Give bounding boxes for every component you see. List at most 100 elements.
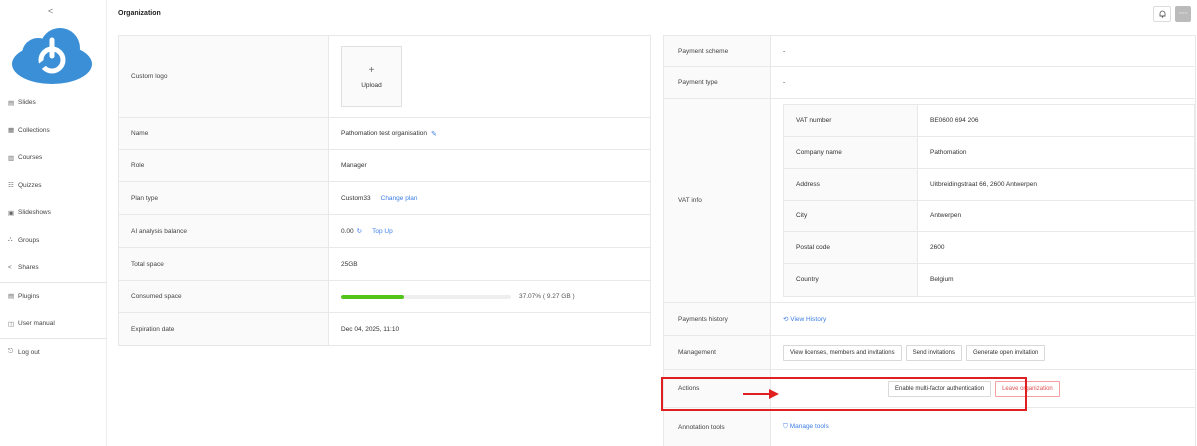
chevron-left-icon[interactable]: < bbox=[48, 6, 53, 16]
sidebar-item-label: Quizzes bbox=[18, 181, 42, 189]
manage-tools-label: Manage tools bbox=[789, 423, 829, 430]
name-label: Name bbox=[119, 118, 329, 149]
sidebar-item-collections[interactable]: ▦ Collections bbox=[0, 117, 106, 145]
address-value: Uitbreidingstraat 66, 2600 Antwerpen bbox=[930, 180, 1037, 188]
sidebar-item-log-out[interactable]: ⎋ Log out bbox=[0, 339, 106, 367]
management-label: Management bbox=[664, 336, 771, 369]
sidebar-item-user-manual[interactable]: ◫ User manual bbox=[0, 310, 106, 338]
table-row: VAT number BE0600 694 206 bbox=[784, 105, 1194, 137]
slideshows-icon: ▣ bbox=[8, 209, 15, 217]
sidebar-item-label: Log out bbox=[18, 348, 40, 356]
table-row: Payment scheme - bbox=[664, 36, 1195, 67]
view-history-link[interactable]: ⟲ View History bbox=[783, 315, 826, 323]
payment-type-label: Payment type bbox=[664, 67, 771, 98]
share-icon: < bbox=[8, 264, 12, 272]
table-row: Annotation tools ⛉ Manage tools bbox=[664, 408, 1195, 446]
avatar[interactable]: ~~~ bbox=[1175, 6, 1191, 22]
page-title: Organization bbox=[118, 10, 161, 17]
sidebar-item-groups[interactable]: ⛬ Groups bbox=[0, 227, 106, 255]
view-licenses-button[interactable]: View licenses, members and invitations bbox=[783, 344, 902, 361]
table-row: Total space 25GB bbox=[119, 248, 650, 281]
sidebar-item-label: User manual bbox=[18, 320, 55, 328]
table-row: Custom logo + Upload bbox=[119, 36, 650, 118]
progress-track bbox=[341, 294, 511, 299]
payment-type-value: - bbox=[783, 79, 786, 86]
collections-icon: ▦ bbox=[8, 127, 15, 135]
sidebar-nav: ▤ Slides ▦ Collections ▥ Courses ☷ Quizzes ▣… bbox=[0, 89, 106, 366]
payment-scheme-label: Payment scheme bbox=[664, 36, 771, 66]
groups-icon: ⛬ bbox=[8, 236, 13, 244]
custom-logo-value: + Upload bbox=[329, 36, 650, 117]
payments-history-value: ⟲ View History bbox=[771, 303, 1195, 335]
table-row: Postal code 2600 bbox=[784, 232, 1194, 265]
table-row: Expiration date Dec 04, 2025, 11:10 bbox=[119, 313, 650, 345]
plugins-icon: ▤ bbox=[8, 293, 15, 301]
manual-icon: ◫ bbox=[8, 320, 15, 328]
change-plan-link[interactable]: Change plan bbox=[381, 195, 418, 202]
role-value: Manager bbox=[341, 162, 367, 169]
postal-code-label: Postal code bbox=[784, 232, 918, 264]
vat-info-table: VAT number BE0600 694 206 Company name Pat… bbox=[783, 104, 1195, 297]
custom-logo-label: Custom logo bbox=[119, 36, 329, 117]
highlight-box bbox=[661, 377, 1027, 411]
table-row: Name Pathomation test organisation ✎ bbox=[119, 118, 650, 150]
sidebar-item-label: Collections bbox=[18, 126, 50, 134]
sidebar-item-quizzes[interactable]: ☷ Quizzes bbox=[0, 172, 106, 200]
postal-code-value: 2600 bbox=[930, 244, 945, 252]
table-row: AI analysis balance 0.00 ↻ Top Up bbox=[119, 215, 650, 248]
ai-balance-label: AI analysis balance bbox=[119, 215, 329, 247]
ai-balance: 0.00 bbox=[341, 227, 354, 235]
organization-details-table: Custom logo + Upload Name Pathomation te… bbox=[118, 35, 651, 346]
top-up-link[interactable]: Top Up bbox=[372, 228, 393, 235]
company-name-value: Pathomation bbox=[930, 148, 967, 156]
consumed-space-text: 37.07% ( 9.27 GB ) bbox=[519, 293, 575, 300]
table-row: Plan type Custom33 Change plan bbox=[119, 182, 650, 215]
table-row: Payments history ⟲ View History bbox=[664, 303, 1195, 336]
upload-label: Upload bbox=[361, 81, 382, 89]
annotation-tools-label: Annotation tools bbox=[664, 408, 771, 446]
manage-tools-link[interactable]: ⛉ Manage tools bbox=[783, 423, 829, 431]
bell-icon[interactable] bbox=[1153, 6, 1171, 22]
table-row: VAT info VAT number BE0600 694 206 Compan… bbox=[664, 99, 1195, 303]
total-space-value: 25GB bbox=[341, 260, 358, 268]
consumed-space-progress: 37.07% ( 9.27 GB ) bbox=[341, 293, 575, 300]
edit-icon[interactable]: ✎ bbox=[431, 130, 437, 138]
sidebar-item-label: Plugins bbox=[18, 292, 40, 300]
table-row: Country Belgium bbox=[784, 264, 1194, 296]
upload-logo-button[interactable]: + Upload bbox=[341, 46, 402, 107]
refresh-icon[interactable]: ↻ bbox=[357, 227, 362, 235]
consumed-space-value: 37.07% ( 9.27 GB ) bbox=[329, 281, 650, 312]
progress-fill bbox=[341, 294, 405, 299]
payments-history-label: Payments history bbox=[664, 303, 771, 335]
expiration-date-value: Dec 04, 2025, 11:10 bbox=[341, 325, 400, 333]
sidebar-item-slides[interactable]: ▤ Slides bbox=[0, 89, 106, 117]
plan-type: Custom33 bbox=[341, 194, 371, 202]
sidebar-item-courses[interactable]: ▥ Courses bbox=[0, 144, 106, 172]
sidebar-item-plugins[interactable]: ▤ Plugins bbox=[0, 283, 106, 311]
name-value: Pathomation test organisation ✎ bbox=[329, 118, 650, 149]
country-value: Belgium bbox=[930, 276, 954, 284]
organization-name: Pathomation test organisation bbox=[341, 130, 427, 137]
send-invitations-button[interactable]: Send invitations bbox=[905, 344, 962, 361]
sidebar-item-shares[interactable]: < Shares bbox=[0, 254, 106, 282]
generate-invitation-button[interactable]: Generate open invitation bbox=[965, 344, 1046, 361]
table-row: Address Uitbreidingstraat 66, 2600 Antwer… bbox=[784, 168, 1194, 201]
vat-number-label: VAT number bbox=[784, 105, 918, 136]
role-label: Role bbox=[119, 150, 329, 181]
address-label: Address bbox=[784, 168, 918, 200]
sidebar-item-label: Slides bbox=[18, 99, 36, 107]
country-label: Country bbox=[784, 264, 918, 296]
ai-balance-value: 0.00 ↻ Top Up bbox=[329, 215, 650, 247]
table-row: Company name Pathomation bbox=[784, 136, 1194, 169]
city-value: Antwerpen bbox=[930, 212, 962, 220]
filter-icon: ⛉ bbox=[783, 423, 790, 430]
city-label: City bbox=[784, 200, 918, 232]
table-row: Consumed space 37.07% ( 9.27 GB ) bbox=[119, 281, 650, 313]
sidebar-item-slideshows[interactable]: ▣ Slideshows bbox=[0, 199, 106, 227]
slides-icon: ▤ bbox=[8, 99, 15, 107]
courses-icon: ▥ bbox=[8, 154, 15, 162]
view-history-label: View History bbox=[790, 316, 827, 323]
table-row: Management View licenses, members and in… bbox=[664, 336, 1195, 370]
vat-number-value: BE0600 694 206 bbox=[930, 117, 979, 124]
management-value: View licenses, members and invitations S… bbox=[771, 336, 1195, 369]
